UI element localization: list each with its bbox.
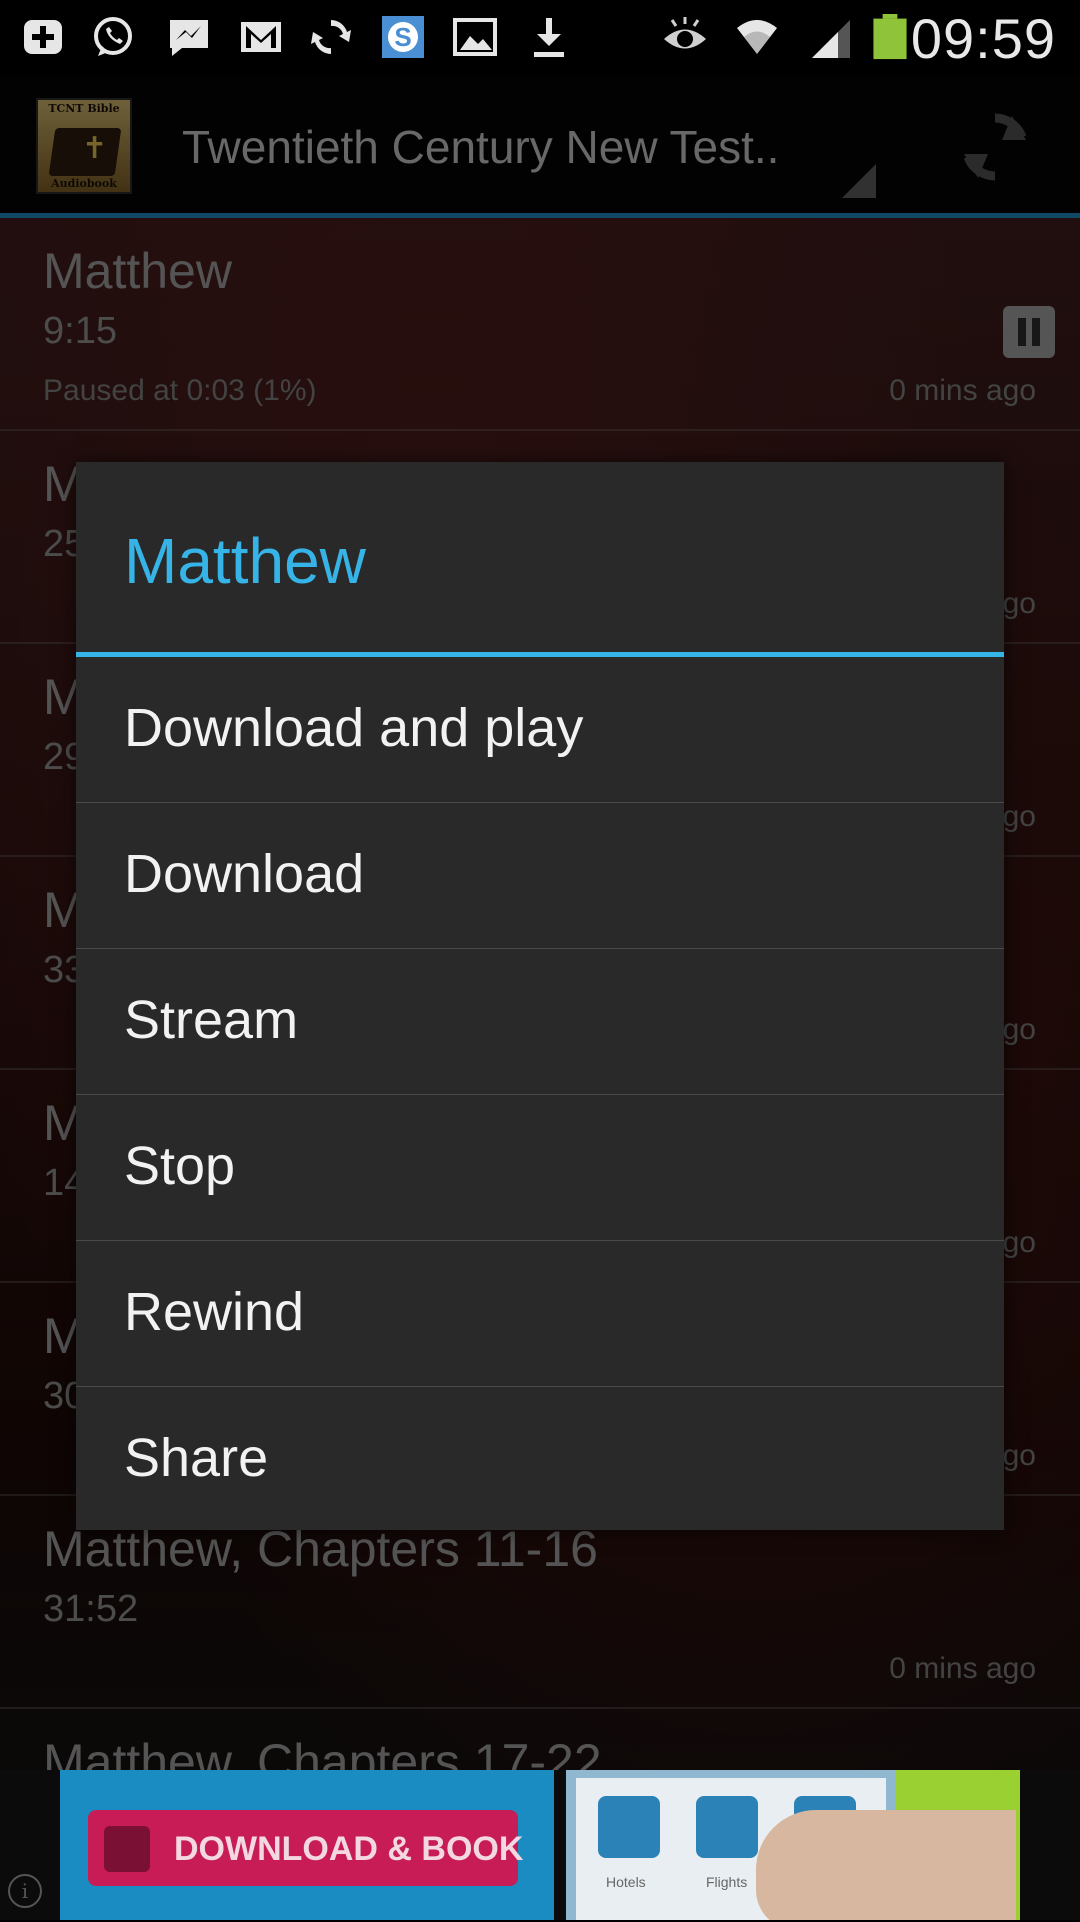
menu-item-label: Stream	[124, 990, 299, 1050]
hotel-icon	[598, 1796, 660, 1858]
menu-item-label: Share	[124, 1428, 269, 1488]
battery-icon	[870, 14, 910, 60]
ad-tile-label: Flights	[706, 1874, 748, 1890]
menu-item-stop[interactable]: Stop	[76, 1095, 1004, 1241]
hand-image	[756, 1810, 1016, 1920]
wifi-icon	[734, 14, 780, 60]
menu-item-share[interactable]: Share	[76, 1387, 1004, 1533]
ad-button-label: DOWNLOAD & BOOK	[174, 1830, 524, 1868]
ad-download-book-button[interactable]: DOWNLOAD & BOOK	[88, 1810, 523, 1886]
ad-left-panel: DOWNLOAD & BOOK	[60, 1770, 554, 1920]
skype-icon: S	[380, 14, 426, 60]
status-bar: S 09:59	[0, 0, 1080, 75]
signal-icon	[808, 14, 854, 60]
ad-info-icon[interactable]: i	[8, 1874, 42, 1908]
android-icon	[104, 1826, 150, 1872]
dialog-title: Matthew	[124, 525, 366, 597]
ad-image: Hotels Flights	[566, 1770, 1020, 1920]
context-menu-dialog: Matthew Download and play Download Strea…	[76, 462, 1004, 1530]
gmail-icon	[238, 14, 284, 60]
menu-item-stream[interactable]: Stream	[76, 949, 1004, 1095]
menu-item-label: Stop	[124, 1136, 236, 1196]
menu-item-rewind[interactable]: Rewind	[76, 1241, 1004, 1387]
download-icon	[526, 14, 572, 60]
sync-icon	[308, 14, 354, 60]
menu-item-download-and-play[interactable]: Download and play	[76, 657, 1004, 803]
flight-icon	[696, 1796, 758, 1858]
menu-item-label: Download and play	[124, 698, 584, 758]
ad-banner[interactable]: DOWNLOAD & BOOK Hotels Flights	[0, 1770, 1080, 1920]
ad-tile-label: Hotels	[606, 1874, 646, 1890]
whatsapp-icon	[90, 14, 136, 60]
menu-item-download[interactable]: Download	[76, 803, 1004, 949]
clock: 09:59	[910, 7, 1056, 70]
eye-icon	[662, 14, 708, 60]
svg-text:S: S	[394, 22, 411, 52]
gallery-icon	[452, 14, 498, 60]
add-notification-icon	[20, 14, 66, 60]
messenger-icon	[166, 14, 212, 60]
menu-item-label: Download	[124, 844, 365, 904]
menu-item-label: Rewind	[124, 1282, 305, 1342]
